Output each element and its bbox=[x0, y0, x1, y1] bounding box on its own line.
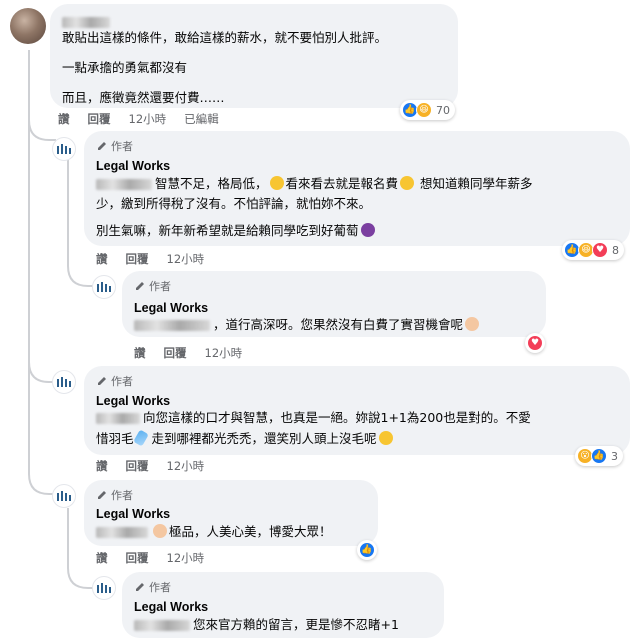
legal-works-logo[interactable] bbox=[52, 484, 76, 508]
page-name[interactable]: Legal Works bbox=[134, 301, 208, 315]
reply-text: 別生氣嘛，新年新希望就是給賴同學吃到好葡萄 bbox=[96, 220, 377, 241]
like-link[interactable]: 讚 bbox=[134, 345, 146, 361]
reply-text: 智慧不足，格局低， 看來看去就是報名費 想知道賴同學年薪多 bbox=[96, 173, 533, 194]
legal-works-logo[interactable] bbox=[52, 137, 76, 161]
reply-link[interactable]: 回覆 bbox=[126, 458, 149, 474]
like-reaction-icon: 👍 bbox=[359, 542, 375, 558]
reply-text: 少，繳到所得稅了沒有。不怕評論，就怕妳不來。 bbox=[96, 196, 372, 211]
author-label: 作者 bbox=[149, 280, 171, 293]
mention-blurred[interactable] bbox=[134, 320, 210, 331]
pencil-icon bbox=[98, 377, 106, 385]
legal-works-logo[interactable] bbox=[52, 370, 76, 394]
mention-blurred[interactable] bbox=[96, 413, 140, 424]
like-link[interactable]: 讚 bbox=[58, 111, 70, 127]
reply-link[interactable]: 回覆 bbox=[88, 111, 111, 127]
love-reaction-icon: ♥ bbox=[592, 242, 608, 258]
mention-blurred[interactable] bbox=[96, 179, 152, 190]
timestamp[interactable]: 12小時 bbox=[167, 458, 205, 474]
comment-actions: 讚 回覆 12小時 已編輯 bbox=[58, 111, 219, 127]
love-reaction-icon: ♥ bbox=[527, 335, 543, 351]
reply-link[interactable]: 回覆 bbox=[164, 345, 187, 361]
comment-line: 而且，應徵竟然還要付費…… bbox=[62, 90, 225, 105]
haha-reaction-icon: 😆 bbox=[416, 102, 432, 118]
author-label: 作者 bbox=[111, 140, 133, 153]
pencil-icon bbox=[136, 282, 144, 290]
page-name[interactable]: Legal Works bbox=[96, 159, 170, 173]
reply-link[interactable]: 回覆 bbox=[126, 251, 149, 267]
comment-actions: 讚 回覆 12小時 bbox=[96, 550, 204, 566]
timestamp[interactable]: 12小時 bbox=[205, 345, 243, 361]
reaction-count: 8 bbox=[612, 243, 619, 257]
author-label: 作者 bbox=[111, 375, 133, 388]
top-comment-bubble: 敢貼出這樣的條件，敢給這樣的薪水，就不要怕別人批評。 一點承擔的勇氣都沒有 而且… bbox=[50, 4, 458, 108]
legal-works-logo[interactable] bbox=[92, 275, 116, 299]
like-reaction-icon: 👍 bbox=[591, 448, 607, 464]
clap-emoji-icon bbox=[465, 317, 480, 331]
page-name[interactable]: Legal Works bbox=[96, 394, 170, 408]
comment-actions: 讚 回覆 12小時 bbox=[96, 458, 204, 474]
author-label: 作者 bbox=[111, 489, 133, 502]
reply-text: ，道行高深呀。您果然沒有白費了實習機會呢 bbox=[134, 314, 481, 335]
edited-label: 已編輯 bbox=[184, 112, 219, 126]
reply-text: 極品，人美心美，博愛大眾！ bbox=[96, 521, 332, 542]
reaction-summary[interactable]: 👍 bbox=[357, 540, 377, 560]
like-link[interactable]: 讚 bbox=[96, 550, 108, 566]
comment-line: 敢貼出這樣的條件，敢給這樣的薪水，就不要怕別人批評。 bbox=[62, 30, 388, 45]
timestamp[interactable]: 12小時 bbox=[167, 550, 205, 566]
commenter-name-blurred[interactable] bbox=[62, 12, 122, 28]
mention-blurred[interactable] bbox=[134, 620, 190, 631]
reply-bubble: 作者 Legal Works ，道行高深呀。您果然沒有白費了實習機會呢 bbox=[122, 271, 546, 337]
reply-bubble: 作者 Legal Works 極品，人美心美，博愛大眾！ bbox=[84, 480, 378, 546]
reaction-summary[interactable]: 👍 😆 ♥ 8 bbox=[562, 240, 624, 260]
reply-text: 您來官方賴的留言，更是慘不忍睹+1 bbox=[134, 614, 399, 635]
timestamp[interactable]: 12小時 bbox=[129, 111, 167, 127]
emoji-icon bbox=[269, 176, 284, 190]
emoji-icon bbox=[378, 431, 393, 445]
like-link[interactable]: 讚 bbox=[96, 251, 108, 267]
reaction-summary[interactable]: 👍 😆 70 bbox=[400, 100, 455, 120]
reaction-count: 70 bbox=[436, 103, 450, 117]
reaction-count: 3 bbox=[611, 449, 618, 463]
page-name[interactable]: Legal Works bbox=[96, 507, 170, 521]
pencil-icon bbox=[98, 142, 106, 150]
reply-text: 向您這樣的口才與智慧，也真是一絕。妳說1+1為200也是對的。不愛 bbox=[96, 407, 531, 428]
reply-bubble: 作者 Legal Works 向您這樣的口才與智慧，也真是一絕。妳說1+1為20… bbox=[84, 366, 630, 455]
comment-actions: 讚 回覆 12小時 bbox=[96, 251, 204, 267]
comment-actions: 讚 回覆 12小時 bbox=[134, 345, 242, 361]
comment-line: 一點承擔的勇氣都沒有 bbox=[62, 60, 188, 75]
hand-emoji-icon bbox=[153, 524, 167, 538]
timestamp[interactable]: 12小時 bbox=[167, 251, 205, 267]
commenter-avatar[interactable] bbox=[10, 8, 46, 44]
reply-text: 惜羽毛 走到哪裡都光禿禿，還笑別人頭上沒毛呢 bbox=[96, 428, 395, 449]
pencil-icon bbox=[136, 583, 144, 591]
mention-blurred[interactable] bbox=[96, 527, 148, 538]
pencil-icon bbox=[98, 491, 106, 499]
reaction-summary[interactable]: ♥ bbox=[525, 333, 545, 353]
like-link[interactable]: 讚 bbox=[96, 458, 108, 474]
reaction-summary[interactable]: 😮 👍 3 bbox=[575, 446, 623, 466]
page-name[interactable]: Legal Works bbox=[134, 600, 208, 614]
reply-link[interactable]: 回覆 bbox=[126, 550, 149, 566]
legal-works-logo[interactable] bbox=[92, 576, 116, 600]
reply-bubble: 作者 Legal Works 智慧不足，格局低， 看來看去就是報名費 想知道賴同學… bbox=[84, 131, 630, 246]
author-label: 作者 bbox=[149, 581, 171, 594]
emoji-icon bbox=[400, 176, 415, 190]
grape-emoji-icon bbox=[360, 223, 375, 237]
reply-bubble: 作者 Legal Works 您來官方賴的留言，更是慘不忍睹+1 bbox=[122, 572, 444, 638]
feather-emoji-icon bbox=[132, 429, 149, 447]
